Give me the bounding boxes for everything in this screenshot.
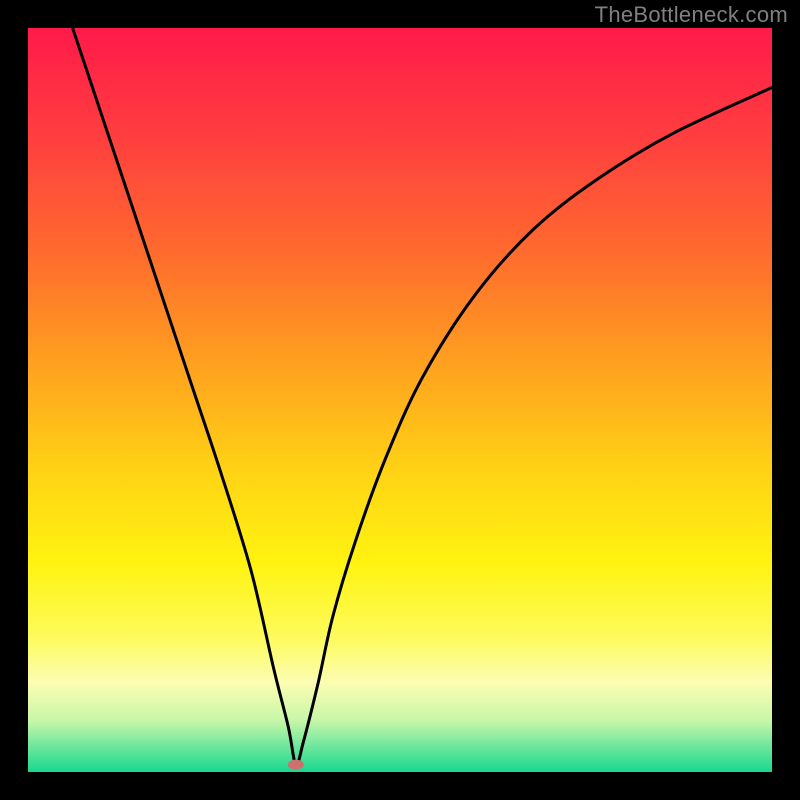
curve-layer [28,28,772,772]
minimum-marker [288,760,304,770]
plot-area [28,28,772,772]
chart-frame: TheBottleneck.com [0,0,800,800]
bottleneck-curve [73,28,772,765]
watermark-text: TheBottleneck.com [595,2,788,28]
